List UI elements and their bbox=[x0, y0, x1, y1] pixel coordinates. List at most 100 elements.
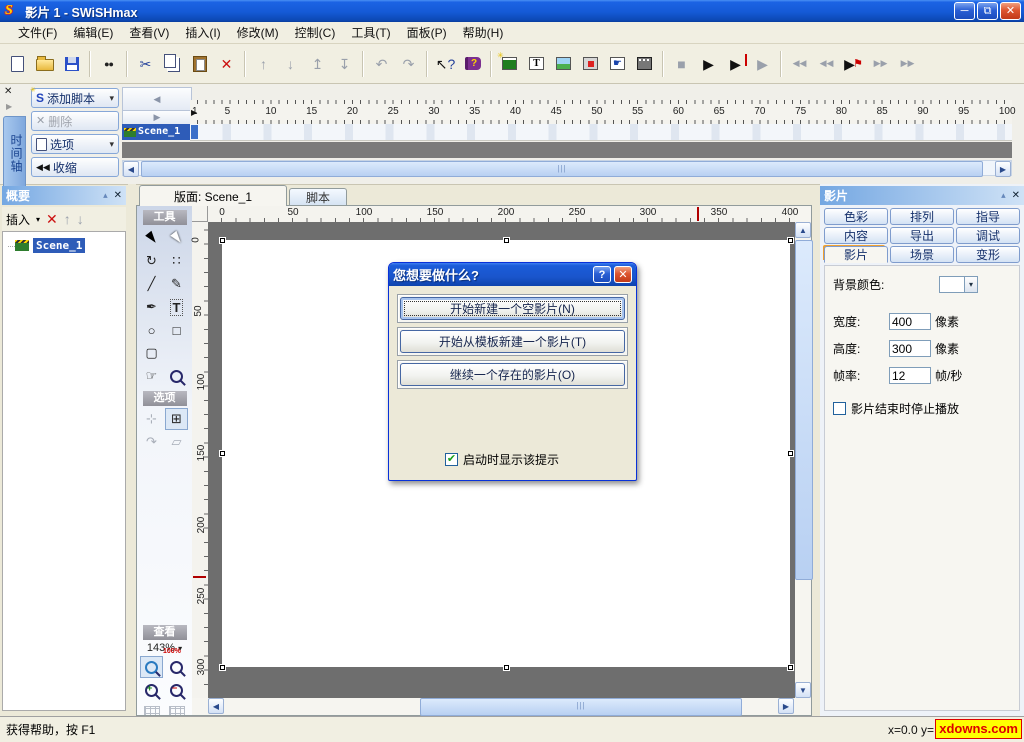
insert-image-button[interactable] bbox=[550, 50, 577, 77]
movie-tab-内容[interactable]: 内容 bbox=[824, 227, 888, 244]
line-tool[interactable]: ╱ bbox=[140, 273, 163, 295]
add-script-button[interactable]: S 添加脚本 ▾ bbox=[31, 88, 119, 108]
stop-button[interactable]: ■ bbox=[668, 50, 695, 77]
help-contents-button[interactable]: ? bbox=[459, 50, 486, 77]
rectangle-tool[interactable]: □ bbox=[165, 319, 188, 341]
insert-scene-button[interactable]: ✳ bbox=[496, 50, 523, 77]
insert-button-object-button[interactable] bbox=[577, 50, 604, 77]
panel-splitter[interactable] bbox=[128, 184, 136, 716]
framerate-input[interactable] bbox=[889, 367, 931, 384]
new-movie-button[interactable] bbox=[4, 50, 31, 77]
next-frame-button[interactable]: ▶▶ bbox=[867, 50, 894, 77]
stage-resize-handle[interactable] bbox=[503, 237, 510, 244]
snap-option[interactable]: ⊹ bbox=[140, 408, 163, 430]
delete-script-button[interactable]: ✕ 删除 bbox=[31, 111, 119, 131]
reshape-option[interactable]: ▱ bbox=[165, 431, 188, 453]
previous-frame-button[interactable]: ◀◀ bbox=[813, 50, 840, 77]
timeline-scene-row[interactable]: Scene_1 bbox=[122, 124, 190, 140]
roundrect-tool[interactable]: ▢ bbox=[140, 342, 163, 364]
script-options-button[interactable]: 选项 ▾ bbox=[31, 134, 119, 154]
movie-tab-色彩[interactable]: 色彩 bbox=[824, 208, 888, 225]
restore-button[interactable]: ⧉ bbox=[977, 2, 998, 20]
timeline-scroll-right-button[interactable]: ▶ bbox=[122, 110, 192, 125]
movie-tab-场景[interactable]: 场景 bbox=[890, 246, 954, 263]
background-color-swatch[interactable] bbox=[939, 276, 965, 293]
movie-tab-影片[interactable]: 影片 bbox=[824, 246, 888, 263]
new-empty-movie-button[interactable]: 开始新建一个空影片(N) bbox=[400, 297, 625, 320]
canvas-scroll-up-arrow[interactable]: ▲ bbox=[795, 222, 811, 238]
redo-button[interactable]: ↷ bbox=[395, 50, 422, 77]
move-down-button[interactable]: ↓ bbox=[277, 50, 304, 77]
zoom-out-tool[interactable]: − bbox=[165, 679, 188, 701]
insert-movieclip-button[interactable] bbox=[631, 50, 658, 77]
context-help-button[interactable]: ↖? bbox=[432, 50, 459, 77]
menu-item[interactable]: 编辑(E) bbox=[65, 22, 121, 43]
height-input[interactable] bbox=[889, 340, 931, 357]
menu-item[interactable]: 控制(C) bbox=[287, 22, 344, 43]
timeline-scroll-thumb[interactable]: ||| bbox=[141, 161, 983, 177]
canvas-scroll-left-arrow[interactable]: ◀ bbox=[208, 698, 224, 714]
find-button[interactable]: ●● bbox=[95, 50, 122, 77]
rotate-tool[interactable]: ↻ bbox=[140, 250, 163, 272]
new-from-template-button[interactable]: 开始从模板新建一个影片(T) bbox=[400, 330, 625, 353]
outline-insert-button[interactable]: 插入 bbox=[6, 211, 30, 228]
timeline-pin-icon[interactable]: ▶ bbox=[6, 102, 12, 111]
timeline-scroll-left-button[interactable]: ◀ bbox=[122, 87, 192, 111]
goto-first-frame-button[interactable]: ◀◀ bbox=[786, 50, 813, 77]
play-from-frame-button[interactable]: ▶⚑ bbox=[840, 50, 867, 77]
cut-button[interactable]: ✂ bbox=[132, 50, 159, 77]
menu-item[interactable]: 插入(I) bbox=[177, 22, 228, 43]
undo-button[interactable]: ↶ bbox=[368, 50, 395, 77]
open-button[interactable] bbox=[31, 50, 58, 77]
stage-resize-handle[interactable] bbox=[787, 664, 794, 671]
goto-last-frame-button[interactable]: ▶▶ bbox=[894, 50, 921, 77]
stage-resize-handle[interactable] bbox=[219, 450, 226, 457]
transform-points-option[interactable]: ⊞ bbox=[165, 408, 188, 430]
tab-script[interactable]: 脚本 bbox=[289, 188, 347, 206]
menu-item[interactable]: 帮助(H) bbox=[455, 22, 512, 43]
close-button[interactable]: ✕ bbox=[1000, 2, 1021, 20]
stage-resize-handle[interactable] bbox=[503, 664, 510, 671]
outline-move-up-button[interactable]: ↑ bbox=[64, 212, 71, 226]
insert-sprite-button[interactable]: ☛ bbox=[604, 50, 631, 77]
canvas-hscroll-thumb[interactable]: ||| bbox=[420, 698, 742, 716]
delete-button[interactable]: ✕ bbox=[213, 50, 240, 77]
movie-tab-调试[interactable]: 调试 bbox=[956, 227, 1020, 244]
zoom-area-tool[interactable] bbox=[140, 656, 163, 678]
movie-tab-导出[interactable]: 导出 bbox=[890, 227, 954, 244]
chevron-down-icon[interactable]: ▾ bbox=[36, 215, 40, 224]
dialog-help-button[interactable]: ? bbox=[593, 266, 611, 283]
menu-item[interactable]: 文件(F) bbox=[10, 22, 65, 43]
outline-move-down-button[interactable]: ↓ bbox=[77, 212, 84, 226]
play-effect-button[interactable]: ▶ bbox=[749, 50, 776, 77]
zoom-100-tool[interactable]: 100% bbox=[165, 656, 188, 678]
stage-resize-handle[interactable] bbox=[219, 664, 226, 671]
zoom-tool[interactable] bbox=[165, 365, 188, 387]
movie-tab-变形[interactable]: 变形 bbox=[956, 246, 1020, 263]
pan-tool[interactable]: ☞ bbox=[140, 365, 163, 387]
panel-minimize-icon[interactable]: ▴ bbox=[103, 190, 108, 201]
snap-grid-tool[interactable] bbox=[165, 702, 188, 715]
canvas-scroll-right-arrow[interactable]: ▶ bbox=[778, 698, 794, 714]
show-grid-tool[interactable] bbox=[140, 702, 163, 715]
movie-tab-指导[interactable]: 指导 bbox=[956, 208, 1020, 225]
show-at-startup-checkbox[interactable]: ✔ bbox=[445, 453, 458, 466]
scroll-right-arrow[interactable]: ▶ bbox=[995, 161, 1011, 177]
dialog-close-button[interactable]: ✕ bbox=[614, 266, 632, 283]
timeline-hscrollbar[interactable]: ◀ ||| ▶ bbox=[122, 160, 1012, 176]
bring-to-front-button[interactable]: ↥ bbox=[304, 50, 331, 77]
text-tool[interactable]: T bbox=[165, 296, 188, 318]
menu-item[interactable]: 查看(V) bbox=[121, 22, 177, 43]
color-dropdown-button[interactable]: ▾ bbox=[965, 276, 978, 293]
pencil-tool[interactable]: ✎ bbox=[165, 273, 188, 295]
outline-scene-item[interactable]: ···· Scene_1 bbox=[7, 238, 125, 253]
menu-item[interactable]: 面板(P) bbox=[399, 22, 455, 43]
move-up-button[interactable]: ↑ bbox=[250, 50, 277, 77]
select-tool[interactable] bbox=[140, 227, 163, 249]
menu-item[interactable]: 修改(M) bbox=[229, 22, 287, 43]
minimize-button[interactable]: ─ bbox=[954, 2, 975, 20]
timeline-frame-ruler[interactable]: 1510152025303540455055606570758085909510… bbox=[190, 100, 1012, 125]
zoom-in-tool[interactable]: + bbox=[140, 679, 163, 701]
stage-resize-handle[interactable] bbox=[219, 237, 226, 244]
movie-tab-排列[interactable]: 排列 bbox=[890, 208, 954, 225]
